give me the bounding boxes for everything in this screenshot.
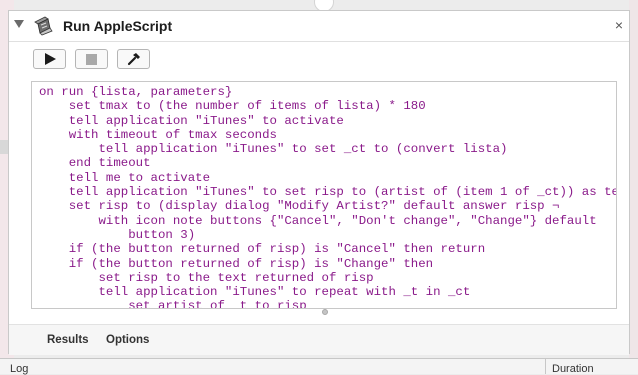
close-icon[interactable]: × xyxy=(615,17,623,33)
disclosure-triangle-icon[interactable] xyxy=(14,20,24,28)
code-line: tell application "iTunes" to set risp to… xyxy=(39,185,617,200)
log-header: Log Duration xyxy=(0,358,638,375)
code-line: if (the button returned of risp) is "Can… xyxy=(39,242,486,257)
code-line: tell application "iTunes" to repeat with… xyxy=(39,285,471,300)
hammer-icon xyxy=(127,53,140,66)
code-line: set tmax to (the number of items of list… xyxy=(39,99,426,114)
log-column-header[interactable]: Log xyxy=(10,363,28,375)
code-line: with timeout of tmax seconds xyxy=(39,127,277,142)
code-line: set risp to (display dialog "Modify Arti… xyxy=(39,199,560,214)
code-line: set risp to the text returned of risp xyxy=(39,270,374,285)
action-title: Run AppleScript xyxy=(63,18,173,34)
duration-column-header[interactable]: Duration xyxy=(552,363,594,375)
code-line: tell me to activate xyxy=(39,170,211,185)
column-divider xyxy=(545,359,546,374)
tab-results[interactable]: Results xyxy=(47,334,89,346)
compile-button[interactable] xyxy=(117,49,150,69)
code-line: tell application "iTunes" to set _ct to … xyxy=(39,142,508,157)
script-editor[interactable]: on run {lista, parameters} set tmax to (… xyxy=(31,81,617,309)
stop-button[interactable] xyxy=(75,49,108,69)
code-line: with icon note buttons {"Cancel", "Don't… xyxy=(39,213,597,228)
run-applescript-action-panel: Run AppleScript × on run {lista, paramet… xyxy=(8,10,630,355)
editor-resize-handle[interactable] xyxy=(322,309,328,315)
tab-options[interactable]: Options xyxy=(106,334,149,346)
code-line: on run {lista, parameters} xyxy=(39,85,233,99)
code-line: end timeout xyxy=(39,156,151,171)
run-button[interactable] xyxy=(33,49,66,69)
code-line: tell application "iTunes" to activate xyxy=(39,113,344,128)
action-titlebar: Run AppleScript × xyxy=(9,11,629,42)
stop-icon xyxy=(86,53,97,65)
code-line: if (the button returned of risp) is "Cha… xyxy=(39,256,434,271)
code-line: set artist of _t to risp xyxy=(39,299,307,309)
applescript-icon xyxy=(34,16,53,36)
background-right xyxy=(629,0,638,373)
action-footer-tabs: Results Options xyxy=(9,325,629,355)
background-marker xyxy=(0,140,8,154)
play-icon xyxy=(45,53,56,65)
script-code[interactable]: on run {lista, parameters} set tmax to (… xyxy=(39,85,617,309)
code-line: button 3) xyxy=(39,227,196,242)
